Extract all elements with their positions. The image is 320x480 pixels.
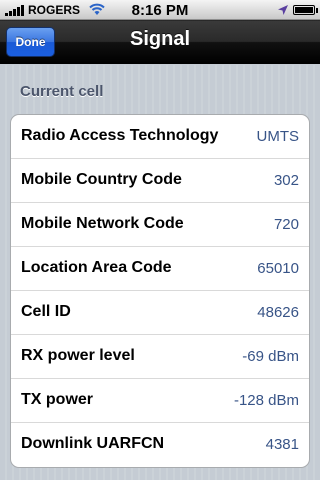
row-label: Radio Access Technology (21, 127, 219, 144)
row-value: -128 dBm (233, 392, 299, 409)
status-time: 8:16 PM (131, 2, 189, 19)
table-row[interactable]: Cell ID 48626 (11, 291, 309, 335)
row-value: 48626 (257, 304, 299, 321)
row-label: Mobile Network Code (21, 215, 184, 232)
row-value: 4381 (265, 436, 299, 453)
row-label: Mobile Country Code (21, 171, 182, 188)
current-cell-group: Radio Access Technology UMTS Mobile Coun… (10, 114, 310, 468)
table-row[interactable]: Location Area Code 65010 (11, 247, 309, 291)
settings-content[interactable]: Current cell Radio Access Technology UMT… (0, 65, 320, 480)
location-arrow-icon (278, 5, 288, 15)
navigation-bar: Done Signal (0, 20, 320, 64)
row-value: 302 (273, 172, 299, 189)
page-title: Signal (129, 28, 190, 50)
row-label: Downlink UARFCN (21, 435, 165, 452)
table-row[interactable]: Mobile Country Code 302 (11, 159, 309, 203)
row-label: TX power (21, 391, 94, 408)
row-value: 65010 (257, 260, 299, 277)
table-row[interactable]: Mobile Network Code 720 (11, 203, 309, 247)
battery-icon (293, 5, 318, 15)
table-row[interactable]: TX power -128 dBm (11, 379, 309, 423)
row-label: Cell ID (21, 303, 71, 320)
table-row[interactable]: Downlink UARFCN 4381 (11, 423, 309, 467)
section-header-current-cell: Current cell (20, 83, 104, 100)
table-row[interactable]: Radio Access Technology UMTS (11, 115, 309, 159)
row-value: -69 dBm (242, 348, 299, 365)
row-label: RX power level (21, 347, 135, 364)
row-value: UMTS (256, 128, 300, 145)
row-value: 720 (273, 216, 299, 233)
status-bar: ROGERS 8:16 PM (0, 0, 320, 20)
table-row[interactable]: RX power level -69 dBm (11, 335, 309, 379)
row-label: Location Area Code (21, 259, 172, 276)
